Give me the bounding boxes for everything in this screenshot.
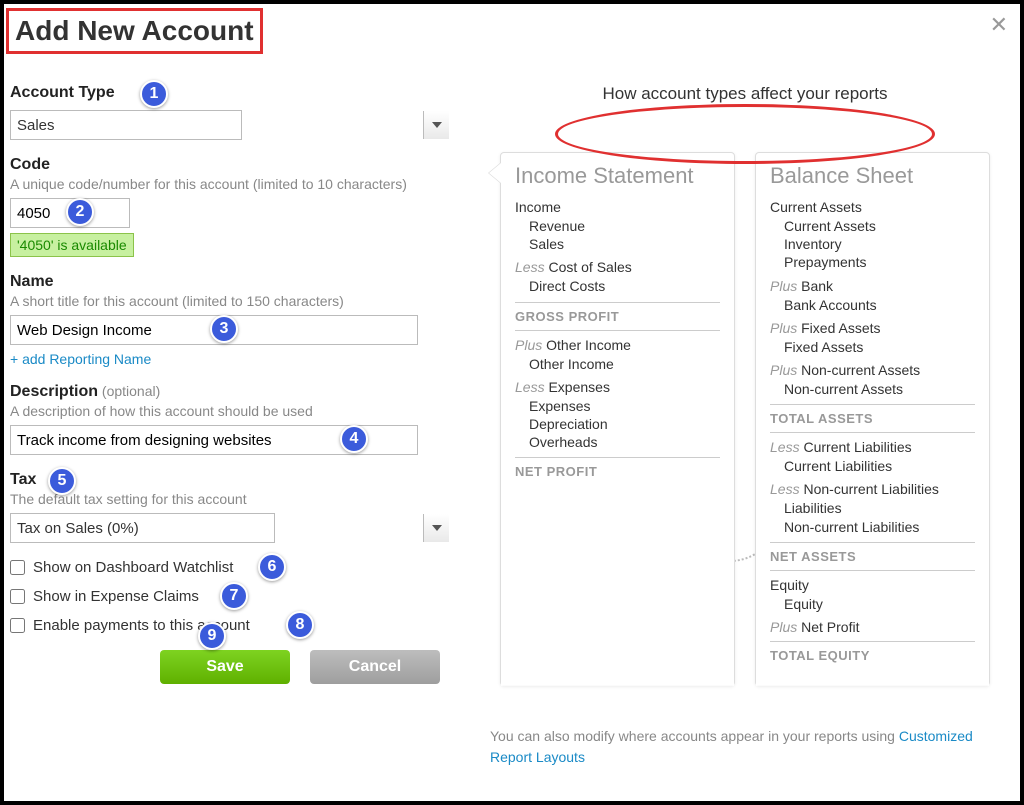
bs-item: Current Assets (784, 217, 975, 235)
bs-ncl-label: Non-current Liabilities (803, 481, 938, 497)
info-header: How account types affect your reports (480, 84, 1010, 112)
tax-label: Tax (10, 471, 36, 489)
tax-value: Tax on Sales (0%) (17, 520, 139, 537)
bs-item: Inventory (784, 235, 975, 253)
badge-6: 6 (258, 553, 286, 581)
speech-pointer-icon (489, 163, 501, 183)
bs-item: Equity (784, 595, 975, 613)
bs-cl-label: Current Liabilities (803, 439, 911, 455)
footer-note-text: You can also modify where accounts appea… (490, 728, 899, 744)
bs-item: Liabilities (784, 499, 975, 517)
bs-item: Fixed Assets (784, 338, 975, 356)
name-label: Name (10, 273, 54, 291)
is-prefix: Less (515, 379, 545, 395)
is-prefix: Less (515, 259, 545, 275)
bs-item: Non-current Assets (784, 380, 975, 398)
is-cos-label: Cost of Sales (548, 259, 631, 275)
description-label: Description (10, 383, 98, 401)
account-type-select[interactable]: Sales (10, 110, 242, 140)
badge-3: 3 (210, 315, 238, 343)
description-help: A description of how this account should… (10, 403, 450, 419)
bs-net-assets: NET ASSETS (770, 549, 975, 564)
badge-2: 2 (66, 198, 94, 226)
is-prefix: Plus (515, 337, 542, 353)
name-help: A short title for this account (limited … (10, 293, 450, 309)
is-expenses-label: Expenses (548, 379, 609, 395)
tax-select[interactable]: Tax on Sales (0%) (10, 513, 275, 543)
bs-prefix: Less (770, 481, 800, 497)
chevron-down-icon (423, 514, 449, 542)
account-type-value: Sales (17, 117, 55, 134)
bs-total-equity: TOTAL EQUITY (770, 648, 975, 663)
is-item: Depreciation (529, 415, 720, 433)
expense-claims-checkbox[interactable] (10, 589, 25, 604)
bs-prefix: Less (770, 439, 800, 455)
is-item: Revenue (529, 217, 720, 235)
description-optional: (optional) (102, 383, 160, 399)
is-net-profit: NET PROFIT (515, 464, 720, 479)
add-reporting-name-link[interactable]: + add Reporting Name (10, 351, 151, 367)
save-button[interactable]: Save (160, 650, 290, 684)
is-item: Overheads (529, 433, 720, 451)
code-help: A unique code/number for this account (l… (10, 176, 450, 192)
bs-prefix: Plus (770, 278, 797, 294)
is-income-label: Income (515, 199, 561, 215)
chevron-down-icon (423, 111, 449, 139)
bs-fixed-assets-label: Fixed Assets (801, 320, 880, 336)
is-other-income-label: Other Income (546, 337, 631, 353)
badge-5: 5 (48, 467, 76, 495)
code-label: Code (10, 156, 50, 174)
bs-item: Bank Accounts (784, 296, 975, 314)
badge-7: 7 (220, 582, 248, 610)
bs-equity-label: Equity (770, 577, 809, 593)
is-item: Sales (529, 235, 720, 253)
is-item: Expenses (529, 397, 720, 415)
is-item: Other Income (529, 355, 720, 373)
bs-current-assets-label: Current Assets (770, 199, 862, 215)
dashboard-watchlist-checkbox[interactable] (10, 560, 25, 575)
dashboard-watchlist-label: Show on Dashboard Watchlist (33, 559, 233, 576)
badge-8: 8 (286, 611, 314, 639)
expense-claims-label: Show in Expense Claims (33, 588, 199, 605)
bs-nca-label: Non-current Assets (801, 362, 920, 378)
tax-help: The default tax setting for this account (10, 491, 450, 507)
account-type-label: Account Type (10, 84, 115, 102)
balance-sheet-title: Balance Sheet (770, 163, 975, 189)
bs-total-assets: TOTAL ASSETS (770, 411, 975, 426)
bs-bank-label: Bank (801, 278, 833, 294)
income-statement-card: Income Statement Income Revenue Sales Le… (500, 152, 735, 686)
footer-note: You can also modify where accounts appea… (480, 726, 1010, 768)
is-item: Direct Costs (529, 277, 720, 295)
is-gross-profit: GROSS PROFIT (515, 309, 720, 324)
enable-payments-checkbox[interactable] (10, 618, 25, 633)
bs-prefix: Plus (770, 619, 797, 635)
badge-4: 4 (340, 425, 368, 453)
bs-prefix: Plus (770, 362, 797, 378)
income-statement-title: Income Statement (515, 163, 720, 189)
bs-prefix: Plus (770, 320, 797, 336)
dialog-title: Add New Account (9, 11, 260, 51)
cancel-button[interactable]: Cancel (310, 650, 440, 684)
badge-9: 9 (198, 622, 226, 650)
badge-1: 1 (140, 80, 168, 108)
code-available-message: '4050' is available (10, 233, 134, 257)
bs-item: Prepayments (784, 253, 975, 271)
balance-sheet-card: Balance Sheet Current Assets Current Ass… (755, 152, 990, 686)
close-button[interactable]: ✕ (990, 12, 1008, 38)
bs-net-profit-label: Net Profit (801, 619, 859, 635)
bs-item: Current Liabilities (784, 457, 975, 475)
bs-item: Non-current Liabilities (784, 518, 975, 536)
